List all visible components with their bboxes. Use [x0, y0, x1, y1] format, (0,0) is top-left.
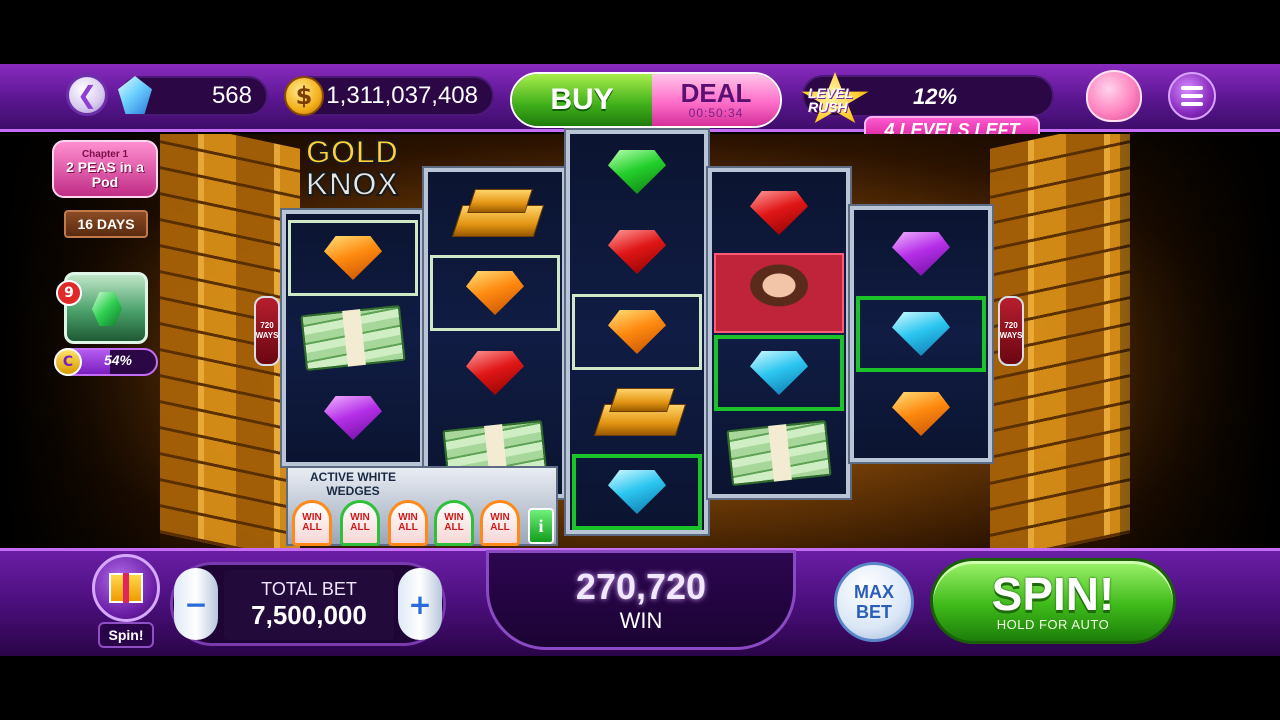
- deal-label: DEAL: [680, 78, 752, 108]
- orange-gem-icon: [466, 271, 524, 315]
- reel-cell: [430, 255, 560, 331]
- wedge-5: WIN ALL: [480, 500, 520, 546]
- purple-gem-icon: [324, 396, 382, 440]
- gift-icon: [109, 573, 143, 603]
- level-rush-progress: 12%: [912, 84, 958, 109]
- reel-2: [424, 168, 566, 498]
- total-bet-value: 7,500,000: [251, 600, 367, 630]
- spin-label: SPIN!: [991, 567, 1115, 620]
- gift-spin-button[interactable]: [92, 554, 160, 622]
- gold-bars-icon: [591, 384, 683, 440]
- reel-cell: [572, 454, 702, 530]
- max-bet-button[interactable]: MAX BET: [834, 562, 914, 642]
- reel-cell: [714, 253, 844, 333]
- buy-button[interactable]: BUY: [512, 74, 652, 126]
- woman-icon: [714, 253, 844, 333]
- ways-badge-right: 720 WAYS: [998, 296, 1024, 366]
- menu-button[interactable]: [1168, 72, 1216, 120]
- menu-icon: [1181, 86, 1203, 90]
- win-value: 270,720: [575, 566, 707, 607]
- reel-cell: [856, 376, 986, 452]
- purple-gem-icon: [892, 232, 950, 276]
- chest-count-badge: 9: [56, 280, 82, 306]
- back-button[interactable]: ❮: [66, 74, 108, 116]
- reel-cell: [714, 175, 844, 251]
- wedge-3: WIN ALL: [388, 500, 428, 546]
- reel-cell: [714, 415, 844, 491]
- buy-deal-panel: BUY DEAL 00:50:34: [510, 72, 782, 128]
- reel-cell: [572, 134, 702, 210]
- coins-value: 1,311,037,408: [326, 82, 478, 109]
- gift-spin-label: Spin!: [98, 622, 154, 648]
- level-rush-label: LEVEL RUSH: [808, 85, 853, 115]
- wedge-2: WIN ALL: [340, 500, 380, 546]
- event-days: 16 DAYS: [64, 210, 148, 238]
- reel-1: [282, 210, 424, 466]
- c-coin-icon: C: [54, 348, 82, 376]
- gems-value: 568: [211, 82, 252, 109]
- deal-timer: 00:50:34: [688, 106, 744, 120]
- deal-button[interactable]: DEAL 00:50:34: [652, 74, 780, 126]
- cash-icon: [300, 304, 406, 372]
- win-label: WIN: [619, 608, 663, 633]
- piggy-bank-icon[interactable]: [1086, 70, 1142, 122]
- event-chapter: Chapter 1: [81, 148, 129, 160]
- increase-bet-button[interactable]: +: [398, 568, 442, 640]
- blue-gem-icon: [750, 351, 808, 395]
- red-gem-icon: [466, 351, 524, 395]
- reel-4: [708, 168, 850, 498]
- reel-cell: [572, 214, 702, 290]
- chevron-left-icon: ❮: [76, 81, 98, 109]
- decrease-bet-button[interactable]: −: [174, 568, 218, 640]
- blue-gem-icon: [892, 312, 950, 356]
- wedge-4: WIN ALL: [434, 500, 474, 546]
- event-title: 2 PEAS in a Pod: [66, 158, 144, 190]
- reel-cell: [288, 220, 418, 296]
- logo-line2: KNOX: [305, 166, 399, 202]
- minus-icon: −: [184, 587, 208, 621]
- reel-5: [850, 206, 992, 462]
- cash-icon: [726, 419, 832, 487]
- game-logo: GOLD KNOX: [286, 134, 418, 206]
- reel-3: [566, 130, 708, 534]
- reel-cell: [856, 296, 986, 372]
- orange-gem-icon: [892, 392, 950, 436]
- orange-gem-icon: [608, 310, 666, 354]
- gold-bars-icon: [449, 185, 541, 241]
- spin-hold-hint: HOLD FOR AUTO: [996, 616, 1110, 632]
- reel-cell: [430, 175, 560, 251]
- spin-button[interactable]: SPIN! HOLD FOR AUTO: [930, 558, 1176, 644]
- blue-gem-icon: [608, 470, 666, 514]
- wedges-label: ACTIVE WHITE WEDGES: [310, 470, 396, 498]
- reel-cell: [714, 335, 844, 411]
- event-badge[interactable]: Chapter 1 2 PEAS in a Pod: [52, 140, 158, 198]
- reel-cell: [856, 216, 986, 292]
- logo-line1: GOLD: [305, 134, 399, 170]
- win-panel: 270,720 WIN: [486, 550, 796, 650]
- ways-badge-left: 720 WAYS: [254, 296, 280, 366]
- reel-cell: [572, 294, 702, 370]
- reel-cell: [288, 300, 418, 376]
- reel-cell: [572, 374, 702, 450]
- red-gem-icon: [608, 230, 666, 274]
- total-bet-display: TOTAL BET 7,500,000: [224, 570, 394, 640]
- info-button[interactable]: i: [528, 508, 554, 544]
- total-bet-label: TOTAL BET: [261, 579, 357, 599]
- plus-icon: +: [408, 587, 432, 621]
- green-gem-icon: [608, 150, 666, 194]
- orange-gem-icon: [324, 236, 382, 280]
- reel-cell: [288, 380, 418, 456]
- chest-progress-label: 54%: [103, 352, 133, 368]
- reel-cell: [430, 335, 560, 411]
- wedge-1: WIN ALL: [292, 500, 332, 546]
- red-gem-icon: [750, 191, 808, 235]
- coin-icon: $: [284, 76, 324, 116]
